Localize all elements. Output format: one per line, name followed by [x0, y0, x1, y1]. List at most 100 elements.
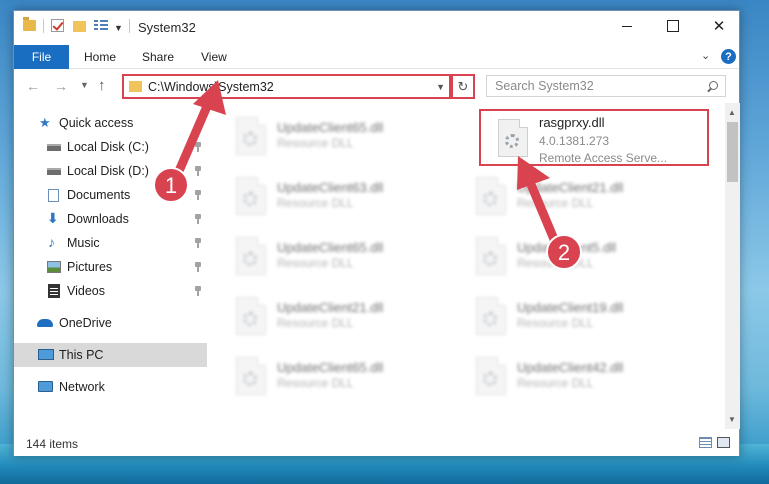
vertical-scrollbar[interactable]: ▲ ▼ [725, 103, 740, 429]
list-item[interactable]: UpdateClient19.dll Resource DLL [459, 289, 684, 345]
scrollbar-thumb[interactable] [727, 122, 738, 182]
pin-icon[interactable] [194, 238, 202, 248]
tab-view[interactable]: View [201, 50, 227, 64]
back-arrow-icon[interactable]: ← [26, 78, 40, 94]
sidebar-item-network[interactable]: Network [14, 375, 207, 399]
list-item[interactable]: UpdateClient21.dll Resource DLL [219, 289, 444, 345]
pin-icon[interactable] [194, 286, 202, 296]
new-folder-icon[interactable] [73, 21, 86, 32]
pin-icon[interactable] [194, 142, 202, 152]
list-item[interactable]: UpdateClient21.dll Resource DLL [459, 169, 684, 225]
file-type: Resource DLL [277, 256, 354, 270]
dll-file-icon [236, 117, 266, 155]
list-item[interactable]: UpdateClient65.dll Resource DLL [219, 109, 444, 165]
pin-icon[interactable] [194, 166, 202, 176]
file-type: Resource DLL [277, 316, 354, 330]
computer-icon [38, 349, 54, 360]
file-type: Resource DLL [517, 376, 594, 390]
quick-access-dropdown-icon[interactable]: ▼ [114, 23, 123, 33]
sidebar-item-videos[interactable]: Videos [14, 279, 207, 303]
file-type: Resource DLL [277, 376, 354, 390]
navigation-pane: ★ Quick access Local Disk (C:) Local Dis… [14, 103, 207, 429]
list-item[interactable]: UpdateClient42.dll Resource DLL [459, 349, 684, 405]
sidebar-item-local-disk-d[interactable]: Local Disk (D:) [14, 159, 207, 183]
help-icon[interactable]: ? [721, 49, 736, 64]
dll-file-icon [236, 237, 266, 275]
list-item[interactable]: UpdateClient63.dll Resource DLL [219, 169, 444, 225]
file-type: Resource DLL [517, 196, 594, 210]
sidebar-item-onedrive[interactable]: OneDrive [14, 311, 207, 335]
maximize-button[interactable] [650, 11, 696, 41]
forward-arrow-icon[interactable]: → [54, 78, 68, 94]
file-type: Resource DLL [277, 196, 354, 210]
file-name: UpdateClient19.dll [517, 300, 624, 315]
tab-share[interactable]: Share [142, 50, 174, 64]
pin-icon[interactable] [194, 262, 202, 272]
sidebar-item-label: Local Disk (D:) [67, 164, 149, 178]
file-type: Resource DLL [277, 136, 354, 150]
network-icon [38, 381, 53, 392]
list-item[interactable]: UpdateClient65.dll Resource DLL [219, 229, 444, 285]
title-bar: ▼ System32 ✕ [14, 11, 739, 45]
search-box[interactable]: Search System32 [486, 75, 726, 97]
address-dropdown-icon[interactable]: ▼ [436, 82, 445, 92]
tab-home[interactable]: Home [84, 50, 116, 64]
tab-file[interactable]: File [14, 45, 69, 69]
search-input[interactable]: Search System32 [495, 79, 707, 93]
drive-icon [47, 144, 61, 151]
expand-ribbon-chevron-icon[interactable]: ⌄ [701, 49, 710, 62]
dll-file-icon [476, 177, 506, 215]
sidebar-item-music[interactable]: ♪ Music [14, 231, 207, 255]
large-icons-view-icon[interactable] [717, 437, 730, 448]
file-type: Resource DLL [517, 256, 594, 270]
address-path[interactable]: C:\Windows\System32 [148, 80, 436, 94]
dll-file-icon [476, 357, 506, 395]
file-name: UpdateClient42.dll [517, 360, 624, 375]
dll-file-icon [476, 297, 506, 335]
status-bar: 144 items [14, 429, 739, 456]
sidebar-item-label: OneDrive [59, 316, 112, 330]
sidebar-item-label: Videos [67, 284, 105, 298]
up-arrow-icon[interactable]: ↑ [98, 77, 106, 94]
recent-locations-dropdown-icon[interactable]: ▼ [80, 80, 89, 90]
sidebar-item-label: Pictures [67, 260, 113, 274]
address-bar[interactable]: C:\Windows\System32 ▼ [122, 74, 451, 99]
scroll-down-arrow-icon[interactable]: ▼ [728, 415, 736, 424]
file-explorer-window: ▼ System32 ✕ File Home Share View ⌄ ? ← … [13, 10, 740, 456]
close-button[interactable]: ✕ [696, 11, 742, 41]
downloads-icon: ⬇ [47, 210, 59, 226]
pin-icon[interactable] [194, 190, 202, 200]
sidebar-item-label: Music [67, 236, 100, 250]
file-list: UpdateClient65.dll Resource DLL UpdateCl… [219, 103, 725, 429]
file-name: UpdateClient65.dll [277, 120, 384, 135]
customize-icon[interactable] [94, 19, 108, 32]
videos-icon [48, 284, 60, 298]
list-item[interactable]: UpdateClient5.dll Resource DLL [459, 229, 684, 285]
sidebar-item-label: Network [59, 380, 105, 394]
pin-icon[interactable] [194, 214, 202, 224]
file-name: UpdateClient65.dll [277, 240, 384, 255]
dll-file-icon [476, 237, 506, 275]
sidebar-item-documents[interactable]: Documents [14, 183, 207, 207]
pictures-icon [47, 261, 61, 273]
sidebar-item-downloads[interactable]: ⬇ Downloads [14, 207, 207, 231]
sidebar-item-quick-access[interactable]: ★ Quick access [14, 111, 207, 135]
music-icon: ♪ [48, 234, 55, 250]
search-icon [707, 80, 718, 92]
refresh-button[interactable]: ↻ [451, 74, 475, 99]
sidebar-item-label: Documents [67, 188, 131, 202]
sidebar-item-this-pc[interactable]: This PC [14, 343, 207, 367]
details-view-icon[interactable] [699, 437, 712, 448]
list-item[interactable]: UpdateClient65.dll Resource DLL [219, 349, 444, 405]
sidebar-item-label: Quick access [59, 116, 134, 130]
properties-check-icon[interactable] [51, 19, 64, 32]
minimize-button[interactable] [604, 11, 650, 41]
window-title: System32 [138, 20, 196, 35]
folder-icon [23, 17, 36, 31]
folder-icon [129, 81, 142, 92]
sidebar-item-local-disk-c[interactable]: Local Disk (C:) [14, 135, 207, 159]
scroll-up-arrow-icon[interactable]: ▲ [728, 108, 736, 117]
dll-file-icon [236, 297, 266, 335]
sidebar-item-pictures[interactable]: Pictures [14, 255, 207, 279]
annotation-highlight-box [479, 109, 709, 166]
